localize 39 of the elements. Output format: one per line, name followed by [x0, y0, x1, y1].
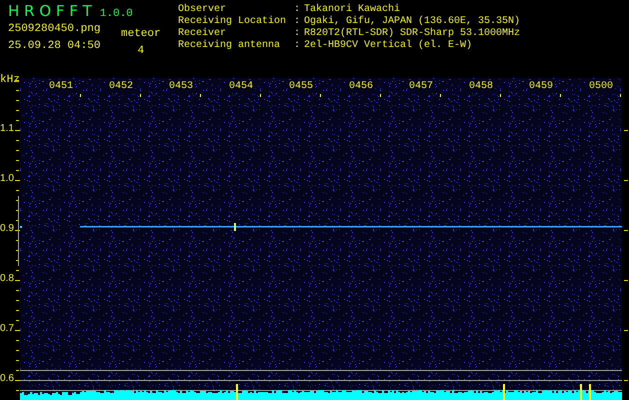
- meteor-count: 4: [138, 45, 144, 58]
- meteor-label: meteor: [121, 28, 161, 41]
- info-label: Receiving Location: [178, 15, 288, 27]
- time-label: 0452: [108, 80, 134, 93]
- info-value: R820T2(RTL-SDR) SDR-Sharp 53.1000MHz: [304, 27, 520, 39]
- info-label: Observer: [178, 3, 228, 15]
- app-name: H R O F F T: [8, 2, 92, 20]
- spike-marker: [236, 384, 238, 400]
- frequency-label: 1.1: [0, 122, 14, 135]
- info-separator: :: [294, 39, 302, 51]
- info-separator: :: [294, 15, 302, 27]
- time-label: 0457: [408, 80, 434, 93]
- spike-marker: [503, 384, 505, 400]
- time-label: 0451: [48, 80, 74, 93]
- info-label: Receiver: [178, 27, 228, 39]
- time-label: 0458: [468, 80, 494, 93]
- file-name: 2509280450.png: [8, 23, 102, 36]
- info-value: 2el-HB9CV Vertical (el. E-W): [304, 39, 472, 51]
- time-label: 0455: [288, 80, 314, 93]
- file-datetime: 25.09.28 04:50: [8, 40, 102, 53]
- frequency-label: 0.9: [0, 222, 14, 235]
- axis-unit: kHz: [0, 74, 20, 87]
- time-label: 0453: [168, 80, 194, 93]
- frequency-label: 0.8: [0, 272, 14, 285]
- app-version: 1.0.0: [100, 8, 133, 21]
- info-value: Ogaki, Gifu, JAPAN (136.60E, 35.35N): [304, 15, 520, 27]
- info-value: Takanori Kawachi: [304, 3, 400, 15]
- frequency-label: 1.0: [0, 172, 14, 185]
- time-label: 0456: [348, 80, 374, 93]
- time-label: 0500: [588, 80, 614, 93]
- spike-marker: [580, 384, 582, 400]
- info-label: Receiving antenna: [178, 39, 282, 51]
- frequency-label: 0.7: [0, 322, 14, 335]
- frequency-label: 0.6: [0, 372, 14, 385]
- spike-marker: [589, 384, 591, 400]
- info-separator: :: [294, 3, 302, 15]
- time-label: 0459: [528, 80, 554, 93]
- time-label: 0454: [228, 80, 254, 93]
- info-separator: :: [294, 27, 302, 39]
